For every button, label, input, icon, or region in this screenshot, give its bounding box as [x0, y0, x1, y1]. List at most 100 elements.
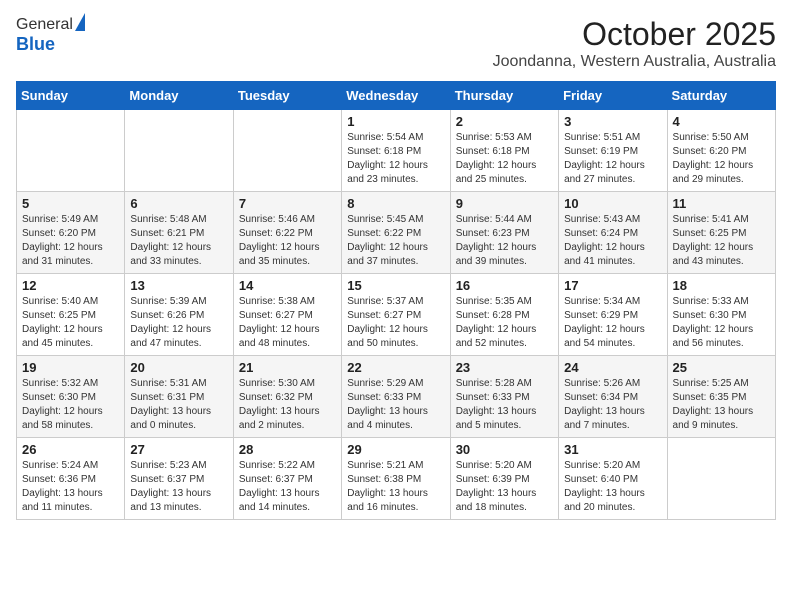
calendar-cell: 12 Sunrise: 5:40 AM Sunset: 6:25 PM Dayli…	[17, 274, 125, 356]
day-info: Sunrise: 5:24 AM Sunset: 6:36 PM Dayligh…	[22, 459, 119, 515]
calendar-cell: 31Sunrise: 5:20 AM Sunset: 6:40 PM Dayli…	[559, 438, 667, 520]
day-number: 3	[564, 114, 661, 129]
calendar-cell: 10 Sunrise: 5:43 AM Sunset: 6:24 PM Dayli…	[559, 192, 667, 274]
day-number: 29	[347, 442, 444, 457]
day-number: 31	[564, 442, 661, 457]
calendar-cell: 11Sunrise: 5:41 AM Sunset: 6:25 PM Dayli…	[667, 192, 775, 274]
calendar-cell	[233, 110, 341, 192]
calendar-cell: 16 Sunrise: 5:35 AM Sunset: 6:28 PM Dayli…	[450, 274, 558, 356]
day-number: 21	[239, 360, 336, 375]
day-info: Sunrise: 5:40 AM Sunset: 6:25 PM Dayligh…	[22, 295, 119, 351]
calendar-cell: 13 Sunrise: 5:39 AM Sunset: 6:26 PM Dayli…	[125, 274, 233, 356]
day-info: Sunrise: 5:44 AM Sunset: 6:23 PM Dayligh…	[456, 213, 553, 269]
day-number: 20	[130, 360, 227, 375]
day-number: 6	[130, 196, 227, 211]
calendar-cell: 7 Sunrise: 5:46 AM Sunset: 6:22 PM Daylig…	[233, 192, 341, 274]
day-number: 9	[456, 196, 553, 211]
day-info: Sunrise: 5:33 AM Sunset: 6:30 PM Dayligh…	[673, 295, 770, 351]
calendar-cell: 29 Sunrise: 5:21 AM Sunset: 6:38 PM Dayli…	[342, 438, 450, 520]
day-number: 7	[239, 196, 336, 211]
logo-general-text: General	[16, 16, 73, 34]
week-row: 5 Sunrise: 5:49 AM Sunset: 6:20 PM Daylig…	[17, 192, 776, 274]
calendar-table: SundayMondayTuesdayWednesdayThursdayFrid…	[16, 81, 776, 520]
calendar-body: 1 Sunrise: 5:54 AM Sunset: 6:18 PM Daylig…	[17, 110, 776, 520]
calendar-cell: 14Sunrise: 5:38 AM Sunset: 6:27 PM Dayli…	[233, 274, 341, 356]
day-info: Sunrise: 5:37 AM Sunset: 6:27 PM Dayligh…	[347, 295, 444, 351]
logo: General Blue	[16, 16, 85, 55]
day-info: Sunrise: 5:20 AM Sunset: 6:39 PM Dayligh…	[456, 459, 553, 515]
week-row: 19 Sunrise: 5:32 AM Sunset: 6:30 PM Dayli…	[17, 356, 776, 438]
calendar-cell: 6 Sunrise: 5:48 AM Sunset: 6:21 PM Daylig…	[125, 192, 233, 274]
day-number: 19	[22, 360, 119, 375]
calendar-title: October 2025	[493, 16, 776, 53]
header-thursday: Thursday	[450, 82, 558, 110]
week-row: 12 Sunrise: 5:40 AM Sunset: 6:25 PM Dayli…	[17, 274, 776, 356]
day-number: 30	[456, 442, 553, 457]
day-info: Sunrise: 5:29 AM Sunset: 6:33 PM Dayligh…	[347, 377, 444, 433]
calendar-cell: 15 Sunrise: 5:37 AM Sunset: 6:27 PM Dayli…	[342, 274, 450, 356]
day-info: Sunrise: 5:43 AM Sunset: 6:24 PM Dayligh…	[564, 213, 661, 269]
day-info: Sunrise: 5:54 AM Sunset: 6:18 PM Dayligh…	[347, 131, 444, 187]
day-number: 10	[564, 196, 661, 211]
day-info: Sunrise: 5:28 AM Sunset: 6:33 PM Dayligh…	[456, 377, 553, 433]
calendar-cell: 3 Sunrise: 5:51 AM Sunset: 6:19 PM Daylig…	[559, 110, 667, 192]
calendar-cell: 8 Sunrise: 5:45 AM Sunset: 6:22 PM Daylig…	[342, 192, 450, 274]
day-number: 13	[130, 278, 227, 293]
day-info: Sunrise: 5:46 AM Sunset: 6:22 PM Dayligh…	[239, 213, 336, 269]
day-number: 23	[456, 360, 553, 375]
calendar-cell	[667, 438, 775, 520]
header-monday: Monday	[125, 82, 233, 110]
logo-blue-text: Blue	[16, 34, 85, 55]
day-number: 8	[347, 196, 444, 211]
day-number: 28	[239, 442, 336, 457]
day-info: Sunrise: 5:26 AM Sunset: 6:34 PM Dayligh…	[564, 377, 661, 433]
calendar-cell: 22 Sunrise: 5:29 AM Sunset: 6:33 PM Dayli…	[342, 356, 450, 438]
day-number: 5	[22, 196, 119, 211]
day-info: Sunrise: 5:38 AM Sunset: 6:27 PM Dayligh…	[239, 295, 336, 351]
day-number: 16	[456, 278, 553, 293]
day-number: 26	[22, 442, 119, 457]
day-number: 2	[456, 114, 553, 129]
day-number: 1	[347, 114, 444, 129]
week-row: 26 Sunrise: 5:24 AM Sunset: 6:36 PM Dayli…	[17, 438, 776, 520]
day-info: Sunrise: 5:32 AM Sunset: 6:30 PM Dayligh…	[22, 377, 119, 433]
calendar-cell: 4 Sunrise: 5:50 AM Sunset: 6:20 PM Daylig…	[667, 110, 775, 192]
day-number: 17	[564, 278, 661, 293]
calendar-cell: 17Sunrise: 5:34 AM Sunset: 6:29 PM Dayli…	[559, 274, 667, 356]
day-info: Sunrise: 5:45 AM Sunset: 6:22 PM Dayligh…	[347, 213, 444, 269]
day-number: 24	[564, 360, 661, 375]
header-row: SundayMondayTuesdayWednesdayThursdayFrid…	[17, 82, 776, 110]
calendar-cell: 30 Sunrise: 5:20 AM Sunset: 6:39 PM Dayli…	[450, 438, 558, 520]
header-saturday: Saturday	[667, 82, 775, 110]
calendar-cell: 25Sunrise: 5:25 AM Sunset: 6:35 PM Dayli…	[667, 356, 775, 438]
calendar-cell: 2Sunrise: 5:53 AM Sunset: 6:18 PM Daylig…	[450, 110, 558, 192]
day-info: Sunrise: 5:49 AM Sunset: 6:20 PM Dayligh…	[22, 213, 119, 269]
calendar-header: SundayMondayTuesdayWednesdayThursdayFrid…	[17, 82, 776, 110]
calendar-cell: 20 Sunrise: 5:31 AM Sunset: 6:31 PM Dayli…	[125, 356, 233, 438]
day-info: Sunrise: 5:35 AM Sunset: 6:28 PM Dayligh…	[456, 295, 553, 351]
day-info: Sunrise: 5:50 AM Sunset: 6:20 PM Dayligh…	[673, 131, 770, 187]
day-number: 4	[673, 114, 770, 129]
logo-triangle-icon	[75, 13, 85, 31]
calendar-cell: 5 Sunrise: 5:49 AM Sunset: 6:20 PM Daylig…	[17, 192, 125, 274]
header-tuesday: Tuesday	[233, 82, 341, 110]
day-number: 11	[673, 196, 770, 211]
calendar-cell	[17, 110, 125, 192]
day-info: Sunrise: 5:21 AM Sunset: 6:38 PM Dayligh…	[347, 459, 444, 515]
calendar-cell: 26 Sunrise: 5:24 AM Sunset: 6:36 PM Dayli…	[17, 438, 125, 520]
calendar-cell: 18Sunrise: 5:33 AM Sunset: 6:30 PM Dayli…	[667, 274, 775, 356]
day-info: Sunrise: 5:30 AM Sunset: 6:32 PM Dayligh…	[239, 377, 336, 433]
day-info: Sunrise: 5:51 AM Sunset: 6:19 PM Dayligh…	[564, 131, 661, 187]
week-row: 1 Sunrise: 5:54 AM Sunset: 6:18 PM Daylig…	[17, 110, 776, 192]
calendar-cell: 28Sunrise: 5:22 AM Sunset: 6:37 PM Dayli…	[233, 438, 341, 520]
day-number: 22	[347, 360, 444, 375]
day-number: 15	[347, 278, 444, 293]
calendar-cell: 24 Sunrise: 5:26 AM Sunset: 6:34 PM Dayli…	[559, 356, 667, 438]
day-info: Sunrise: 5:48 AM Sunset: 6:21 PM Dayligh…	[130, 213, 227, 269]
day-number: 27	[130, 442, 227, 457]
day-number: 12	[22, 278, 119, 293]
day-info: Sunrise: 5:39 AM Sunset: 6:26 PM Dayligh…	[130, 295, 227, 351]
day-info: Sunrise: 5:25 AM Sunset: 6:35 PM Dayligh…	[673, 377, 770, 433]
header-wednesday: Wednesday	[342, 82, 450, 110]
day-info: Sunrise: 5:31 AM Sunset: 6:31 PM Dayligh…	[130, 377, 227, 433]
